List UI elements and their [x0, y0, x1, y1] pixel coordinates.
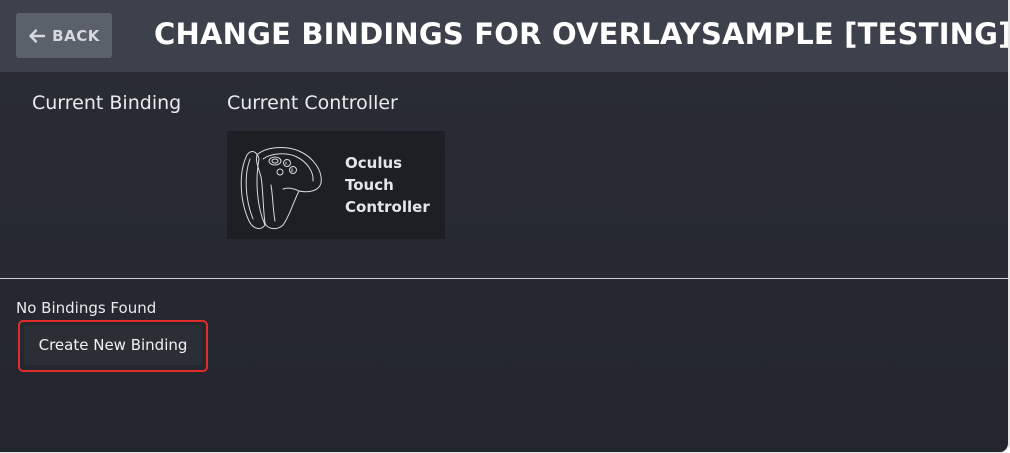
svg-text:A: A	[285, 161, 288, 166]
section-divider	[0, 278, 1008, 279]
back-button[interactable]: BACK	[16, 13, 112, 58]
no-bindings-status: No Bindings Found	[16, 299, 157, 317]
header-bar: BACK CHANGE BINDINGS FOR OVERLAYSAMPLE […	[0, 0, 1008, 72]
current-controller-label: Current Controller	[227, 92, 398, 114]
oculus-touch-controller-icon: A B	[240, 147, 322, 230]
controller-name: Oculus Touch Controller	[345, 154, 430, 216]
create-new-binding-button[interactable]: Create New Binding	[24, 325, 202, 365]
svg-text:B: B	[291, 168, 294, 173]
arrow-left-icon	[29, 28, 46, 43]
controller-card: A B Oculus Touch Controller	[227, 131, 445, 239]
page-title: CHANGE BINDINGS FOR OVERLAYSAMPLE [TESTI…	[154, 17, 1010, 51]
back-button-label: BACK	[52, 26, 100, 45]
bindings-window: BACK CHANGE BINDINGS FOR OVERLAYSAMPLE […	[0, 0, 1010, 453]
current-binding-label: Current Binding	[32, 92, 182, 114]
